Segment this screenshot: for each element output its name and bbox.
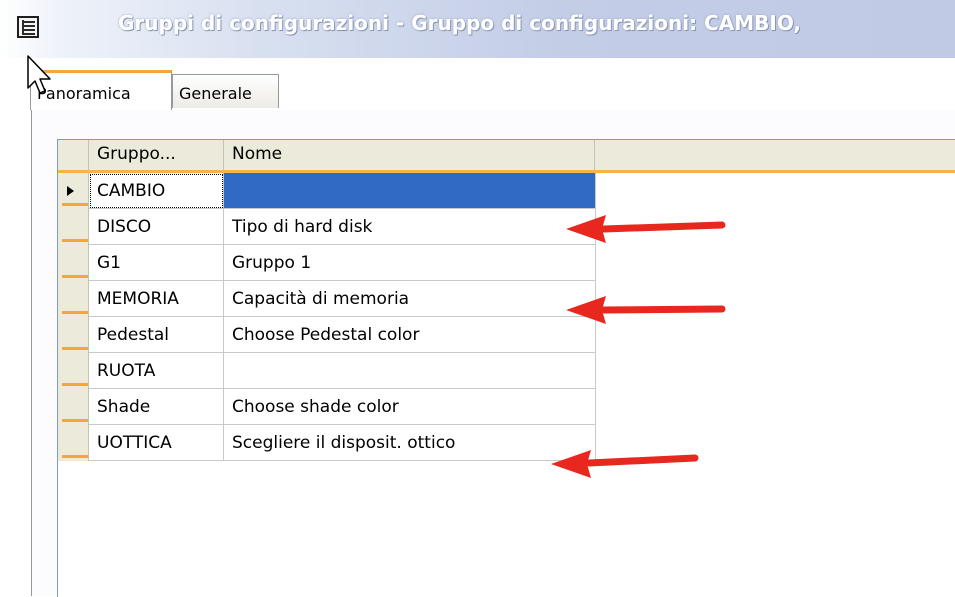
annotation-arrow-icon — [566, 296, 726, 324]
cell-gruppo[interactable]: G1 — [89, 245, 224, 281]
row-header[interactable] — [58, 389, 89, 425]
annotation-arrow-icon — [551, 450, 699, 478]
cell-gruppo[interactable]: CAMBIO — [89, 173, 224, 209]
row-header[interactable] — [58, 209, 89, 245]
column-header-nome[interactable]: Nome — [224, 140, 595, 173]
table-row[interactable]: CAMBIO — [58, 173, 596, 209]
row-header[interactable] — [58, 173, 89, 209]
cell-nome[interactable]: Capacità di memoria — [224, 281, 596, 317]
cell-nome[interactable]: Choose shade color — [224, 389, 596, 425]
cell-gruppo[interactable]: RUOTA — [89, 353, 224, 389]
cell-gruppo[interactable]: Shade — [89, 389, 224, 425]
row-header[interactable] — [58, 317, 89, 353]
title-bar: Gruppi di configurazioni - Gruppo di con… — [0, 0, 955, 58]
header-corner[interactable] — [58, 140, 89, 173]
cell-nome[interactable] — [224, 353, 596, 389]
table-row[interactable]: MEMORIA Capacità di memoria — [58, 281, 596, 317]
row-header[interactable] — [58, 425, 89, 461]
window-title: Gruppi di configurazioni - Gruppo di con… — [118, 11, 801, 35]
table-row[interactable]: DISCO Tipo di hard disk — [58, 209, 596, 245]
mouse-cursor-icon — [27, 55, 51, 94]
cell-gruppo[interactable]: Pedestal — [89, 317, 224, 353]
tab-strip: Panoramica Generale — [22, 70, 955, 112]
annotation-arrow-icon — [566, 215, 726, 243]
table-row[interactable]: Pedestal Choose Pedestal color — [58, 317, 596, 353]
form-list-icon[interactable] — [17, 16, 39, 38]
current-row-pointer-icon — [67, 186, 74, 196]
column-header-gruppo[interactable]: Gruppo... — [89, 140, 224, 173]
tab-label: Generale — [179, 84, 252, 103]
cell-gruppo[interactable]: UOTTICA — [89, 425, 224, 461]
cell-gruppo[interactable]: DISCO — [89, 209, 224, 245]
grid-header: Gruppo... Nome — [58, 140, 955, 173]
table-row[interactable]: UOTTICA Scegliere il disposit. ottico — [58, 425, 596, 461]
table-row[interactable]: G1 Gruppo 1 — [58, 245, 596, 281]
row-header[interactable] — [58, 353, 89, 389]
row-header[interactable] — [58, 245, 89, 281]
cell-gruppo[interactable]: MEMORIA — [89, 281, 224, 317]
header-filler — [595, 140, 955, 173]
cell-nome[interactable]: Gruppo 1 — [224, 245, 596, 281]
cell-nome[interactable]: Tipo di hard disk — [224, 209, 596, 245]
tab-generale[interactable]: Generale — [172, 74, 279, 108]
table-row[interactable]: Shade Choose shade color — [58, 389, 596, 425]
cell-nome[interactable]: Scegliere il disposit. ottico — [224, 425, 596, 461]
cell-nome[interactable]: Choose Pedestal color — [224, 317, 596, 353]
row-header[interactable] — [58, 281, 89, 317]
cell-nome[interactable] — [224, 173, 596, 209]
table-row[interactable]: RUOTA — [58, 353, 596, 389]
